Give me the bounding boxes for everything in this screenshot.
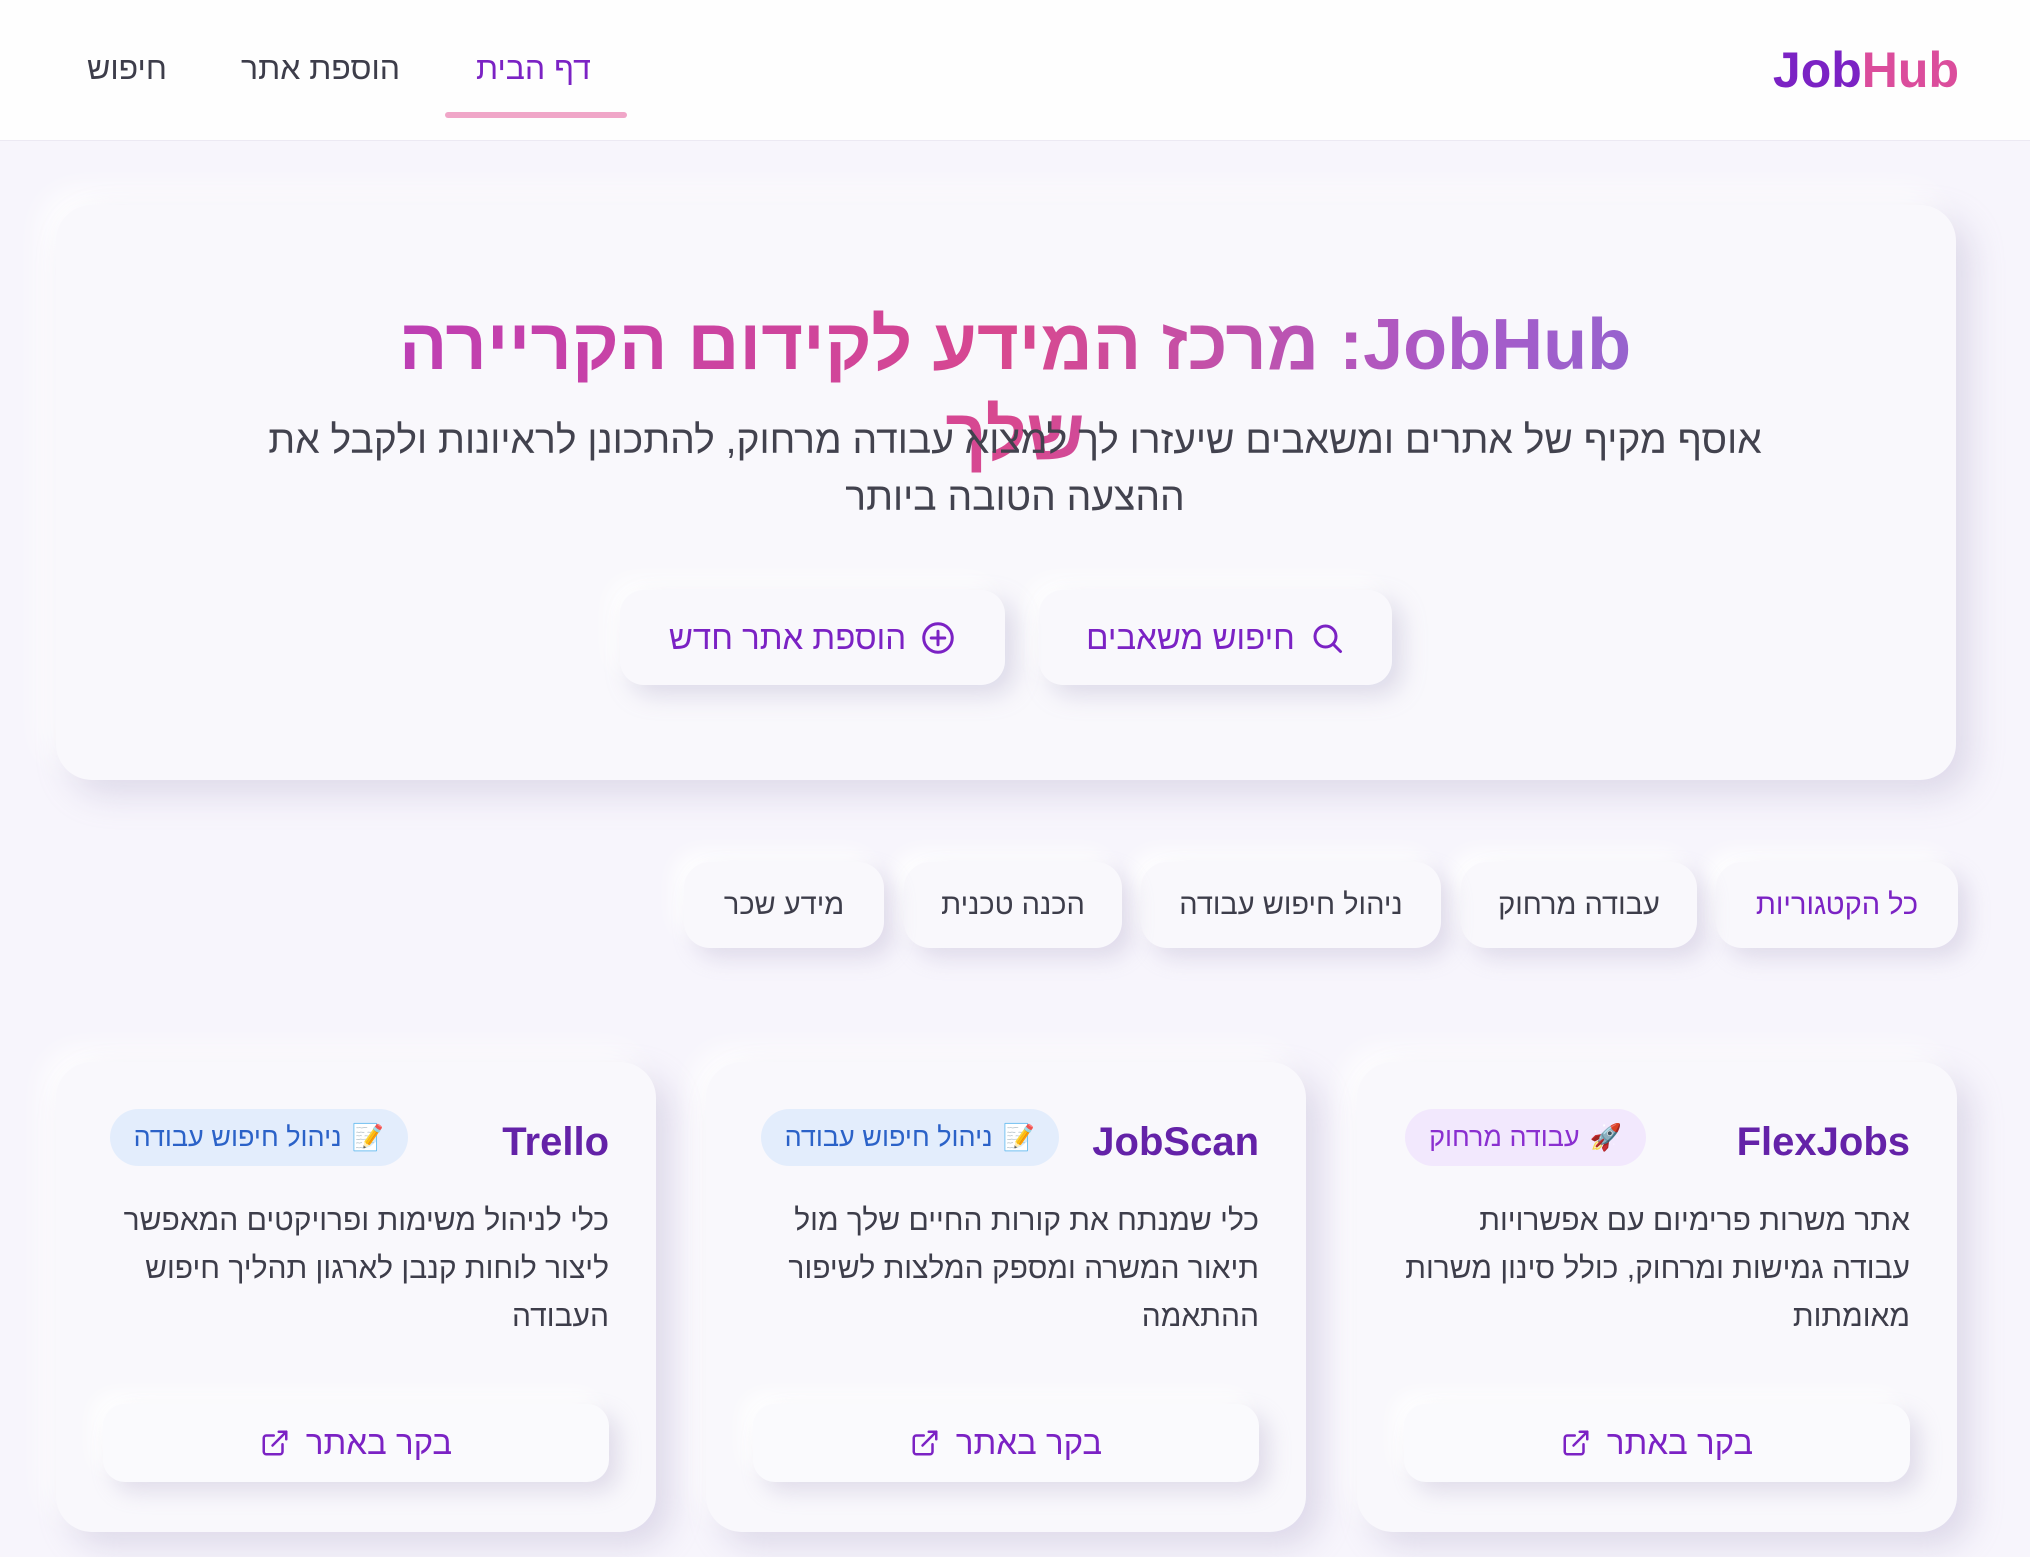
external-link-icon [262,1430,288,1456]
card-title: JobScan [1092,1120,1259,1164]
category-badge-label: ניהול חיפוש עבודה [784,1122,993,1152]
search-icon [1313,624,1342,653]
add-new-site-label: הוספת אתר חדש [668,618,907,656]
card-description: כלי לניהול משימות ופרויקטים המאפשר ליצור… [123,1204,609,1333]
category-job-search-management[interactable]: ניהול חיפוש עבודה [1141,862,1441,948]
external-link-icon [1563,1430,1589,1456]
add-new-site-button[interactable]: הוספת אתר חדש [620,590,1005,685]
category-remote-work[interactable]: עבודה מרחוק [1461,862,1697,948]
category-badge-remote: 🚀 עבודה מרחוק [1405,1109,1646,1166]
top-navbar: JobHub דף הבית הוספת אתר חיפוש [0,0,2030,141]
category-all[interactable]: כל הקטגוריות [1716,862,1958,948]
category-badge-label: עבודה מרחוק [1429,1122,1580,1152]
visit-site-label: בקר באתר [955,1424,1103,1461]
category-technical-prep[interactable]: הכנה טכנית [904,862,1122,948]
card-description: כלי שמנתח את קורות החיים שלך מול תיאור ה… [788,1204,1259,1333]
card-title: FlexJobs [1736,1120,1910,1164]
category-remote-work-label: עבודה מרחוק [1498,888,1660,921]
resource-card-trello: Trello 📝 ניהול חיפוש עבודה כלי לניהול מש… [56,1062,656,1532]
visit-site-label: בקר באתר [1606,1424,1754,1461]
search-resources-button[interactable]: חיפוש משאבים [1039,590,1392,685]
visit-site-button[interactable]: בקר באתר [1404,1404,1910,1482]
memo-icon: 📝 [351,1122,384,1153]
logo-text-job: Job [1772,42,1862,98]
category-job-search-management-label: ניהול חיפוש עבודה [1179,888,1403,921]
logo-text-hub: Hub [1861,42,1959,98]
nav-active-indicator [445,112,627,118]
category-technical-prep-label: הכנה טכנית [941,888,1085,921]
nav-link-home[interactable]: דף הבית [476,44,591,92]
plus-circle-icon [922,621,954,654]
memo-icon: 📝 [1002,1122,1035,1153]
nav-link-add-site[interactable]: הוספת אתר [241,44,400,92]
visit-site-button[interactable]: בקר באתר [103,1404,609,1482]
search-resources-label: חיפוש משאבים [1086,618,1295,656]
category-badge-job-search-management: 📝 ניהול חיפוש עבודה [109,1109,408,1166]
hero-subtitle: אוסף מקיף של אתרים ומשאבים שיעזרו לך למצ… [268,419,1762,519]
card-description: אתר משרות פרימיום עם אפשרויות עבודה גמיש… [1405,1204,1910,1333]
category-salary-info[interactable]: מידע שכר [684,862,884,948]
card-title: Trello [502,1120,609,1164]
category-salary-info-label: מידע שכר [723,888,845,921]
resource-card-jobscan: JobScan 📝 ניהול חיפוש עבודה כלי שמנתח את… [706,1062,1306,1532]
nav-links: דף הבית הוספת אתר חיפוש [60,0,660,141]
category-all-label: כל הקטגוריות [1755,888,1919,921]
visit-site-button[interactable]: בקר באתר [753,1404,1259,1482]
rocket-icon: 🚀 [1589,1122,1622,1153]
category-badge-label: ניהול חיפוש עבודה [133,1122,342,1152]
external-link-icon [912,1430,938,1456]
category-badge-job-search-management: 📝 ניהול חיפוש עבודה [760,1109,1059,1166]
jobhub-logo[interactable]: JobHub [1773,38,1959,102]
resource-card-flexjobs: FlexJobs 🚀 עבודה מרחוק אתר משרות פרימיום… [1357,1062,1957,1532]
visit-site-label: בקר באתר [305,1424,453,1461]
nav-link-search[interactable]: חיפוש [87,44,167,92]
